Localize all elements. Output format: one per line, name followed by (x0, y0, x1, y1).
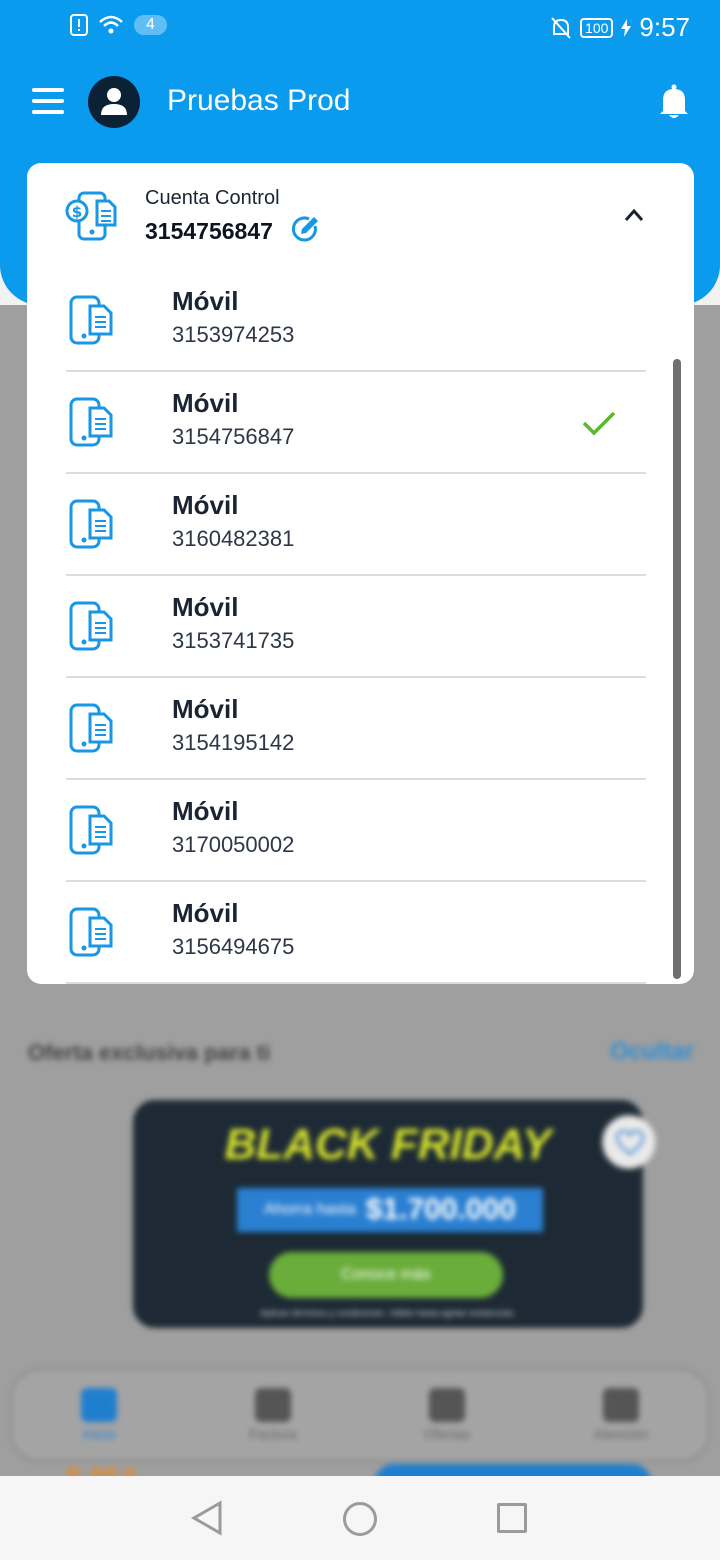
favorite-button[interactable] (602, 1115, 656, 1169)
bell-icon (660, 84, 688, 118)
status-left: 4 (70, 14, 167, 36)
line-item[interactable]: Móvil 3156494675 (27, 882, 694, 984)
nav-label: Inicio (82, 1426, 116, 1442)
line-list: Móvil 3153974253 Móvil 3154756847 Móvil 31604… (27, 270, 694, 984)
line-type: Móvil (172, 694, 239, 724)
edit-icon[interactable] (290, 215, 320, 245)
nav-label: Atención (593, 1426, 649, 1442)
notification-count-badge: 4 (134, 15, 167, 35)
battery-indicator: 100 (580, 17, 614, 38)
alert-icon (70, 14, 88, 36)
line-item[interactable]: Móvil 3170050002 (27, 780, 694, 882)
line-type: Móvil (172, 796, 239, 826)
heart-icon (616, 1130, 644, 1156)
nav-item-invoice[interactable]: Factura (213, 1388, 333, 1442)
line-type: Móvil (172, 898, 239, 928)
check-icon (582, 411, 616, 436)
user-icon (101, 88, 127, 115)
divider (66, 982, 646, 984)
back-icon[interactable] (190, 1500, 224, 1536)
page-title: Pruebas Prod (167, 84, 351, 117)
nav-item-home[interactable]: Inicio (39, 1388, 159, 1442)
avatar[interactable] (88, 76, 140, 128)
banner-save-amount: $1.700.000 (365, 1193, 516, 1226)
notifications-button[interactable] (658, 84, 690, 125)
bottom-navigation: Inicio Factura Ofertas Atención (10, 1368, 710, 1462)
mobile-line-icon (68, 294, 114, 351)
clock: 9:57 (639, 12, 690, 42)
mobile-line-icon (68, 906, 114, 963)
line-number: 3160482381 (172, 526, 295, 551)
line-type: Móvil (172, 592, 239, 622)
account-label: Cuenta Control (145, 187, 280, 209)
svg-text:$: $ (72, 203, 82, 221)
scrollbar[interactable] (673, 359, 681, 979)
line-item[interactable]: Móvil 3154756847 (27, 372, 694, 474)
home-button[interactable] (343, 1502, 377, 1536)
line-type: Móvil (172, 286, 239, 316)
line-item[interactable]: Móvil 3153974253 (27, 270, 694, 372)
charging-icon (621, 18, 632, 37)
line-number: 3156494675 (172, 934, 295, 959)
account-number: 3154756847 (145, 218, 273, 244)
nav-item-support[interactable]: Atención (561, 1388, 681, 1442)
bell-off-icon (551, 16, 571, 39)
offer-hide-link[interactable]: Ocultar (610, 1038, 694, 1066)
hamburger-menu-icon (32, 88, 64, 92)
line-number: 3154756847 (172, 424, 295, 449)
offers-icon (429, 1388, 465, 1422)
recent-apps-button[interactable] (497, 1503, 527, 1533)
system-navigation-bar (0, 1476, 720, 1560)
status-right: 100 9:57 (550, 12, 690, 43)
wifi-icon (99, 15, 123, 34)
support-icon (603, 1388, 639, 1422)
account-selector[interactable]: $ Cuenta Control 3154756847 (27, 163, 694, 273)
line-type: Móvil (172, 388, 239, 418)
status-bar: 4 100 9:57 (0, 0, 720, 56)
banner-note: Aplican términos y condiciones. Válido h… (260, 1308, 516, 1318)
account-dropdown: $ Cuenta Control 3154756847 Móvil 3153974… (27, 163, 694, 984)
banner-save-prefix: Ahorra hasta (264, 1201, 356, 1218)
line-type: Móvil (172, 490, 239, 520)
menu-button[interactable] (32, 88, 64, 114)
mobile-line-icon (68, 804, 114, 861)
nav-item-offers[interactable]: Ofertas (387, 1388, 507, 1442)
promo-banner[interactable]: BLACK FRIDAY Ahorra hasta $1.700.000 Con… (133, 1100, 643, 1328)
line-number: 3153974253 (172, 322, 295, 347)
line-item[interactable]: Móvil 3154195142 (27, 678, 694, 780)
nav-label: Factura (249, 1426, 297, 1442)
banner-cta-button[interactable]: Conoce más (269, 1252, 503, 1298)
invoice-icon (255, 1388, 291, 1422)
line-number: 3153741735 (172, 628, 295, 653)
home-icon (81, 1388, 117, 1422)
mobile-line-icon (68, 600, 114, 657)
offer-title: Oferta exclusiva para ti (28, 1040, 271, 1065)
banner-save-box: Ahorra hasta $1.700.000 (237, 1188, 543, 1232)
line-item[interactable]: Móvil 3153741735 (27, 576, 694, 678)
mobile-line-icon (68, 702, 114, 759)
mobile-line-icon (68, 396, 114, 453)
account-billing-icon: $ (65, 191, 117, 241)
line-number: 3154195142 (172, 730, 295, 755)
mobile-line-icon (68, 498, 114, 555)
banner-headline: BLACK FRIDAY (224, 1120, 552, 1169)
line-number: 3170050002 (172, 832, 295, 857)
chevron-up-icon[interactable] (623, 207, 645, 223)
nav-label: Ofertas (424, 1426, 470, 1442)
line-item[interactable]: Móvil 3160482381 (27, 474, 694, 576)
